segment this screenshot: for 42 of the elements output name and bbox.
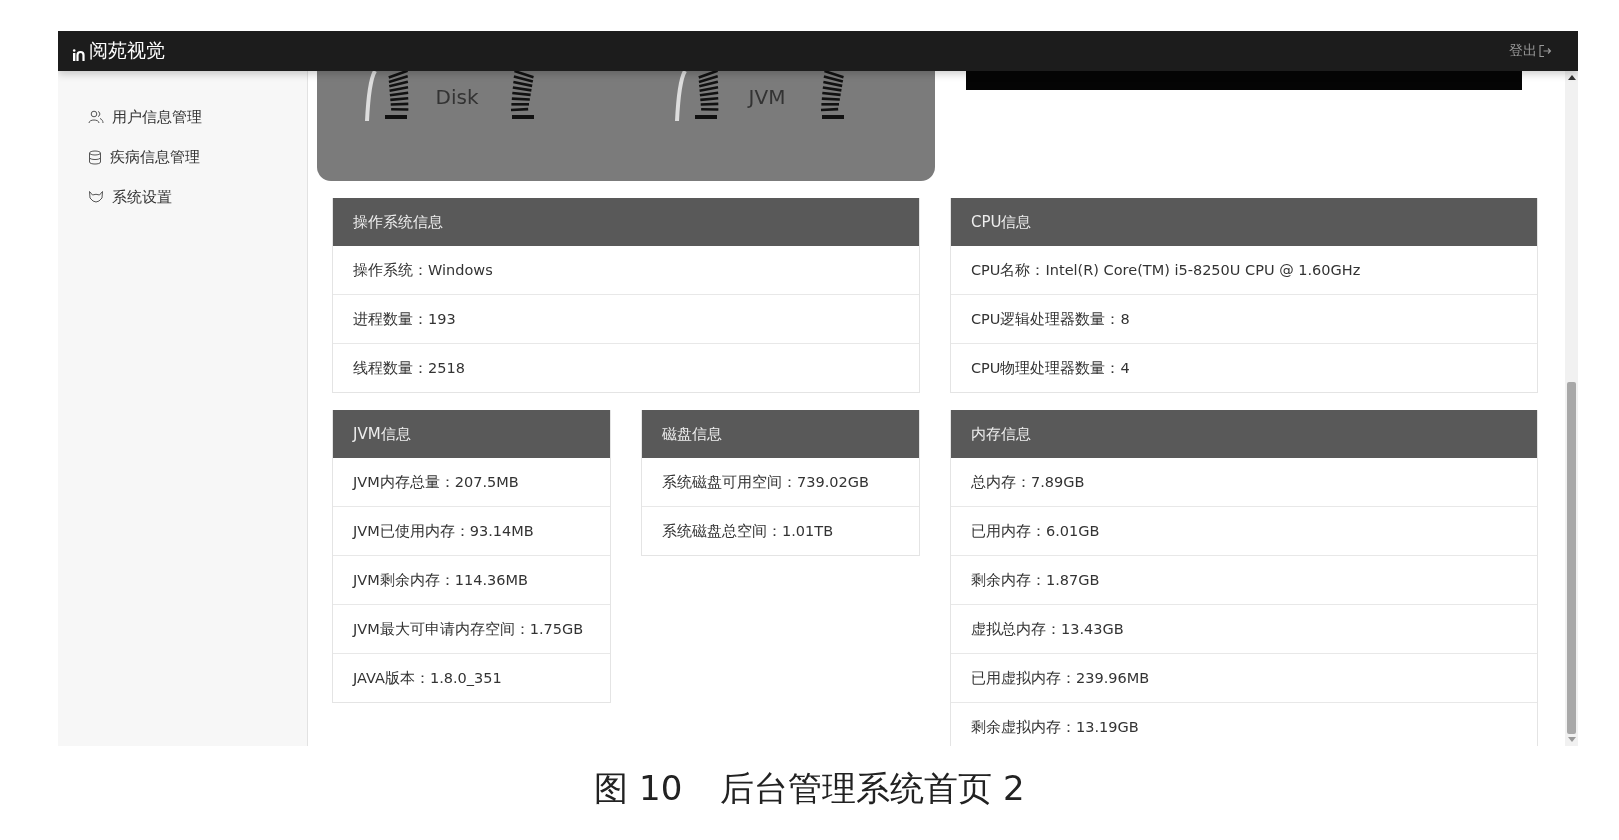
database-icon	[88, 149, 102, 165]
figure-number: 图 10	[594, 767, 683, 810]
scroll-down-icon[interactable]	[1567, 737, 1576, 742]
nav-item[interactable]: 疾病信息管理	[58, 137, 307, 177]
info-row: 已用内存：6.01GB	[951, 506, 1537, 555]
info-row-text: 操作系统：Windows	[352, 261, 494, 280]
info-row: 已用虚拟内存：239.96MB	[951, 653, 1537, 702]
info-row: CPU物理处理器数量：4	[951, 343, 1537, 392]
info-row: 线程数量：2518	[333, 343, 919, 392]
card-header: 磁盘信息	[642, 410, 919, 458]
card-header: CPU信息	[951, 198, 1537, 246]
info-row-text: JVM内存总量：207.5MB	[351, 473, 520, 492]
nav-item[interactable]: 用户信息管理	[58, 97, 307, 137]
info-row: 进程数量：193	[333, 294, 919, 343]
scrollbar[interactable]	[1565, 71, 1578, 746]
info-row-text: CPU名称：Intel(R) Core(TM) i5-8250U CPU @ 1.60GHz	[970, 261, 1362, 280]
info-row: 虚拟总内存：13.43GB	[951, 604, 1537, 653]
app-title: 阅苑视觉	[89, 38, 165, 63]
gauge-label: Disk	[434, 85, 480, 109]
nav-item[interactable]: 系统设置	[58, 177, 307, 217]
gauge-label: JVM	[746, 85, 787, 109]
info-row: JAVA版本：1.8.0_351	[333, 653, 610, 702]
info-row: CPU逻辑处理器数量：8	[951, 294, 1537, 343]
cat-icon	[88, 190, 104, 204]
logout-icon	[1538, 44, 1552, 58]
logout-link[interactable]: 登出	[1509, 42, 1552, 60]
figure-caption: 后台管理系统首页 2	[720, 767, 1025, 810]
card-header: 操作系统信息	[333, 198, 919, 246]
logo-icon	[72, 48, 88, 62]
scrollbar-thumb[interactable]	[1567, 382, 1576, 734]
users-icon	[88, 110, 104, 124]
info-row-text: 总内存：7.89GB	[970, 473, 1086, 492]
info-row: JVM最大可申请内存空间：1.75GB	[333, 604, 610, 653]
info-row: JVM已使用内存：93.14MB	[333, 506, 610, 555]
card-header: 内存信息	[951, 410, 1537, 458]
info-row: 系统磁盘总空间：1.01TB	[642, 506, 919, 555]
info-row: 剩余内存：1.87GB	[951, 555, 1537, 604]
info-row: JVM剩余内存：114.36MB	[333, 555, 610, 604]
scroll-up-icon[interactable]	[1567, 75, 1576, 80]
card-header: JVM信息	[333, 410, 610, 458]
info-row: 剩余虚拟内存：13.19GB	[951, 702, 1537, 746]
info-row-text: 系统磁盘可用空间：739.02GB	[661, 473, 870, 492]
